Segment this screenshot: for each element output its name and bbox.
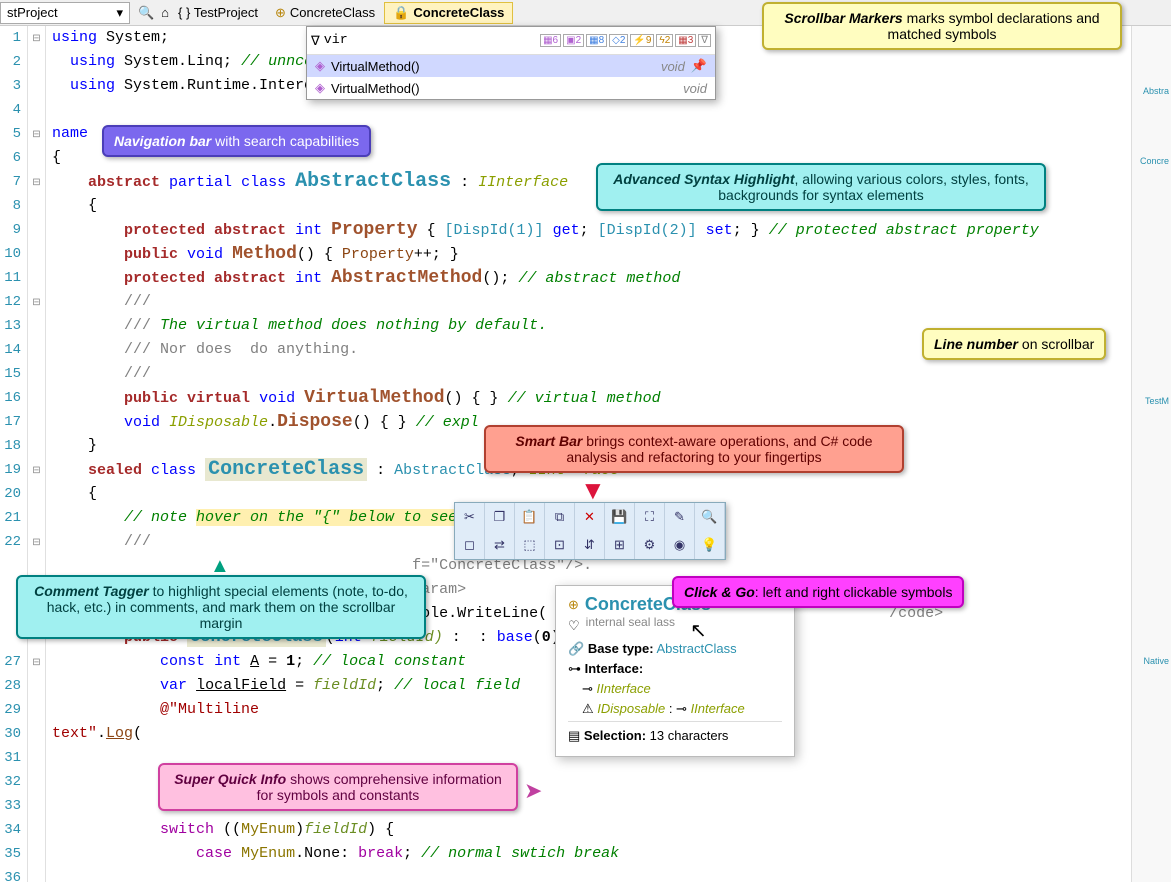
navbar-search-popup: ∇ ▦6 ▣2 ▦8 ◇2 ⚡9 ϟ2 ▦3 ∇ ◈ VirtualMethod… xyxy=(306,26,716,100)
class-icon: 🔒 xyxy=(393,5,409,21)
callout-smartbar: Smart Bar brings context-aware operation… xyxy=(484,425,904,473)
scroll-marker[interactable]: Abstra xyxy=(1143,86,1169,96)
scrollbar-margin[interactable]: Abstra Concre TestM Native xyxy=(1131,26,1171,882)
quick-info-popup: ⊕ ConcreteClass ♡ internal seal lass 🔗 B… xyxy=(555,585,795,757)
method-icon: ◈ xyxy=(315,58,325,74)
callout-linenum: Line number on scrollbar xyxy=(922,328,1106,360)
callout-clickgo: Click & Go: left and right clickable sym… xyxy=(672,576,964,608)
delete-icon[interactable]: ✕ xyxy=(575,503,605,531)
action-icon[interactable]: ◻ xyxy=(455,531,485,559)
scroll-marker[interactable]: Concre xyxy=(1140,156,1169,166)
breadcrumb[interactable]: { } TestProject xyxy=(178,5,258,21)
scroll-marker[interactable]: Native xyxy=(1143,656,1169,666)
class-icon: ⊕ xyxy=(275,5,286,21)
action-icon[interactable]: ⇵ xyxy=(575,531,605,559)
filter-badges[interactable]: ▦6 ▣2 ▦8 ◇2 ⚡9 ϟ2 ▦3 ∇ xyxy=(540,34,711,47)
navbar-search-input[interactable] xyxy=(320,31,540,50)
class-icon: ⊕ xyxy=(568,597,579,613)
copy-icon[interactable]: ❐ xyxy=(485,503,515,531)
callout-navbar: Navigation bar with search capabilities xyxy=(102,125,371,157)
duplicate-icon[interactable]: ⧉ xyxy=(545,503,575,531)
smart-bar: ✂ ❐ 📋 ⧉ ✕ 💾 ⛶ ✎ 🔍 ◻ ⇄ ⬚ ⊡ ⇵ ⊞ ⚙ ◉ 💡 xyxy=(454,502,726,560)
fold-gutter[interactable]: ⊟⊟⊟⊟⊟⊟⊟ xyxy=(28,26,46,882)
callout-quickinfo: Super Quick Info shows comprehensive inf… xyxy=(158,763,518,811)
lightbulb-icon[interactable]: 💡 xyxy=(695,531,725,559)
action-icon[interactable]: ⊡ xyxy=(545,531,575,559)
line-gutter: 1234567891011121314151617181920212227282… xyxy=(0,26,28,882)
action-icon[interactable]: ⚙ xyxy=(635,531,665,559)
tab-concreteclass-2[interactable]: 🔒 ConcreteClass xyxy=(384,2,513,24)
method-icon: ◈ xyxy=(315,80,325,96)
filter-icon[interactable]: ∇ xyxy=(311,33,320,49)
callout-tagger: Comment Tagger to highlight special elem… xyxy=(16,575,426,639)
callout-syntax: Advanced Syntax Highlight, allowing vari… xyxy=(596,163,1046,211)
chevron-down-icon: ▾ xyxy=(116,5,123,21)
cursor-icon: ↖ xyxy=(690,618,707,643)
action-icon[interactable]: ⊞ xyxy=(605,531,635,559)
arrow-icon: ▼ xyxy=(580,475,606,506)
action-icon[interactable]: ⇄ xyxy=(485,531,515,559)
nav-result-item[interactable]: ◈ VirtualMethod() void xyxy=(307,77,715,99)
heart-icon: ♡ xyxy=(568,618,580,634)
nav-result-item[interactable]: ◈ VirtualMethod() void 📌 xyxy=(307,55,715,77)
save-icon[interactable]: 💾 xyxy=(605,503,635,531)
callout-scrollbar-markers: Scrollbar Markers marks symbol declarati… xyxy=(762,2,1122,50)
tab-concreteclass-1[interactable]: ⊕ ConcreteClass xyxy=(266,2,384,24)
search-icon[interactable]: 🔍 xyxy=(138,5,152,21)
action-icon[interactable]: ⬚ xyxy=(515,531,545,559)
cut-icon[interactable]: ✂ xyxy=(455,503,485,531)
format-icon[interactable]: ✎ xyxy=(665,503,695,531)
select-icon[interactable]: ⛶ xyxy=(635,503,665,531)
arrow-icon: ➤ xyxy=(524,778,542,804)
project-dropdown[interactable]: stProject ▾ xyxy=(0,2,130,24)
home-icon[interactable]: ⌂ xyxy=(158,5,172,21)
project-name: stProject xyxy=(7,5,58,20)
action-icon[interactable]: ◉ xyxy=(665,531,695,559)
paste-icon[interactable]: 📋 xyxy=(515,503,545,531)
find-icon[interactable]: 🔍 xyxy=(695,503,725,531)
scroll-marker[interactable]: TestM xyxy=(1145,396,1169,406)
pin-icon[interactable]: 📌 xyxy=(691,58,707,74)
